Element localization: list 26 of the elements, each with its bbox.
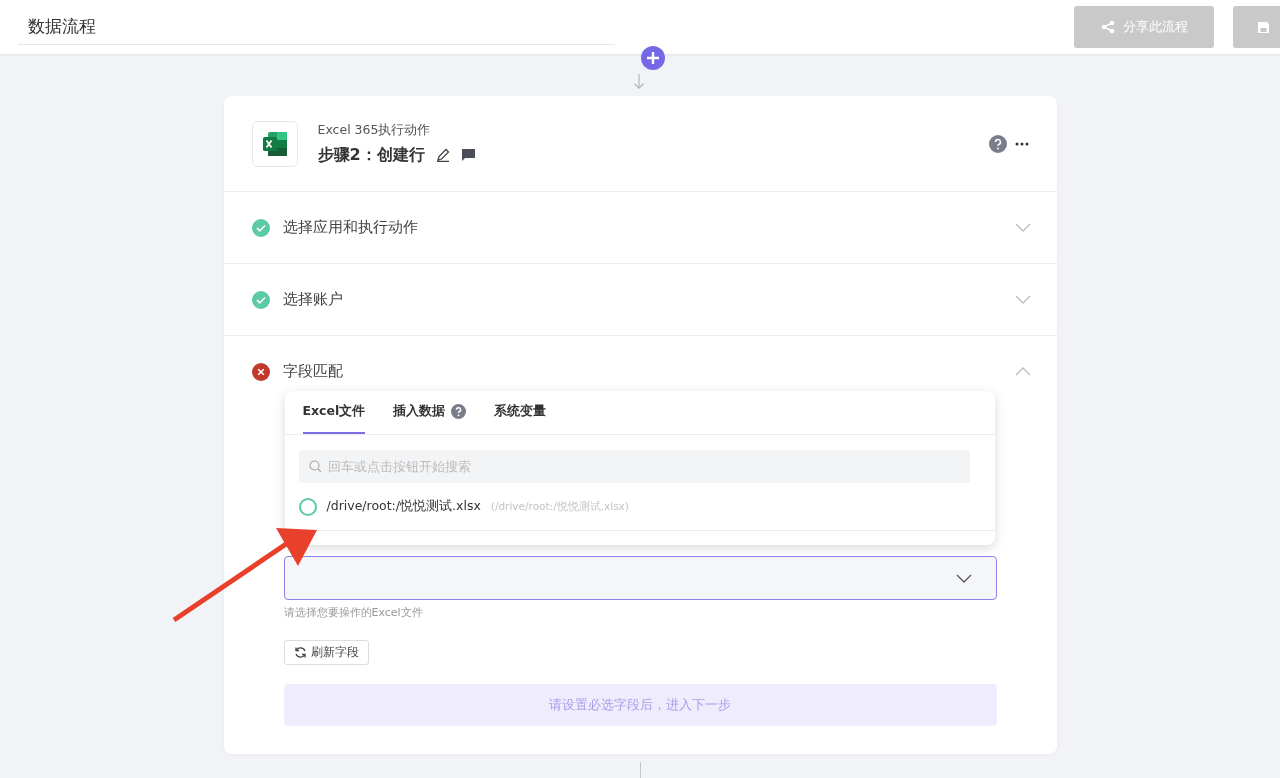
- down-arrow-icon: [633, 74, 645, 90]
- radio-button[interactable]: [298, 497, 317, 516]
- add-step-icon[interactable]: [641, 46, 665, 70]
- help-icon[interactable]: [988, 134, 1007, 153]
- refresh-fields-button[interactable]: 刷新字段: [283, 640, 369, 665]
- help-icon[interactable]: [451, 404, 467, 419]
- pencil-icon[interactable]: [435, 148, 450, 162]
- flow-name-field[interactable]: 数据流程: [18, 15, 615, 45]
- spreadsheet-logo-icon: [251, 120, 298, 167]
- section-title[interactable]: 字段匹配: [282, 362, 1002, 381]
- field-hint: 请选择您要操作的Excel文件: [283, 605, 424, 620]
- share-icon: [1100, 20, 1115, 34]
- section-title[interactable]: 选择应用和执行动作: [282, 218, 1002, 237]
- save-icon: [1257, 20, 1270, 34]
- more-icon[interactable]: [1014, 141, 1029, 146]
- chevron-down-icon[interactable]: [955, 573, 972, 583]
- comment-icon[interactable]: [460, 148, 476, 162]
- picker-tab[interactable]: Excel文件: [302, 391, 366, 434]
- app-action-label: Excel 365执行动作: [317, 121, 432, 139]
- refresh-icon: [293, 646, 307, 659]
- step-title: 步骤2：创建行: [317, 144, 425, 166]
- file-select-field[interactable]: [283, 556, 997, 600]
- section-title[interactable]: 选择账户: [282, 290, 1002, 309]
- picker-tab[interactable]: 系统变量: [494, 391, 547, 434]
- picker-tab[interactable]: 插入数据: [393, 391, 467, 434]
- file-option-name[interactable]: /drive/root:/悦悦测试.xlsx: [326, 498, 481, 515]
